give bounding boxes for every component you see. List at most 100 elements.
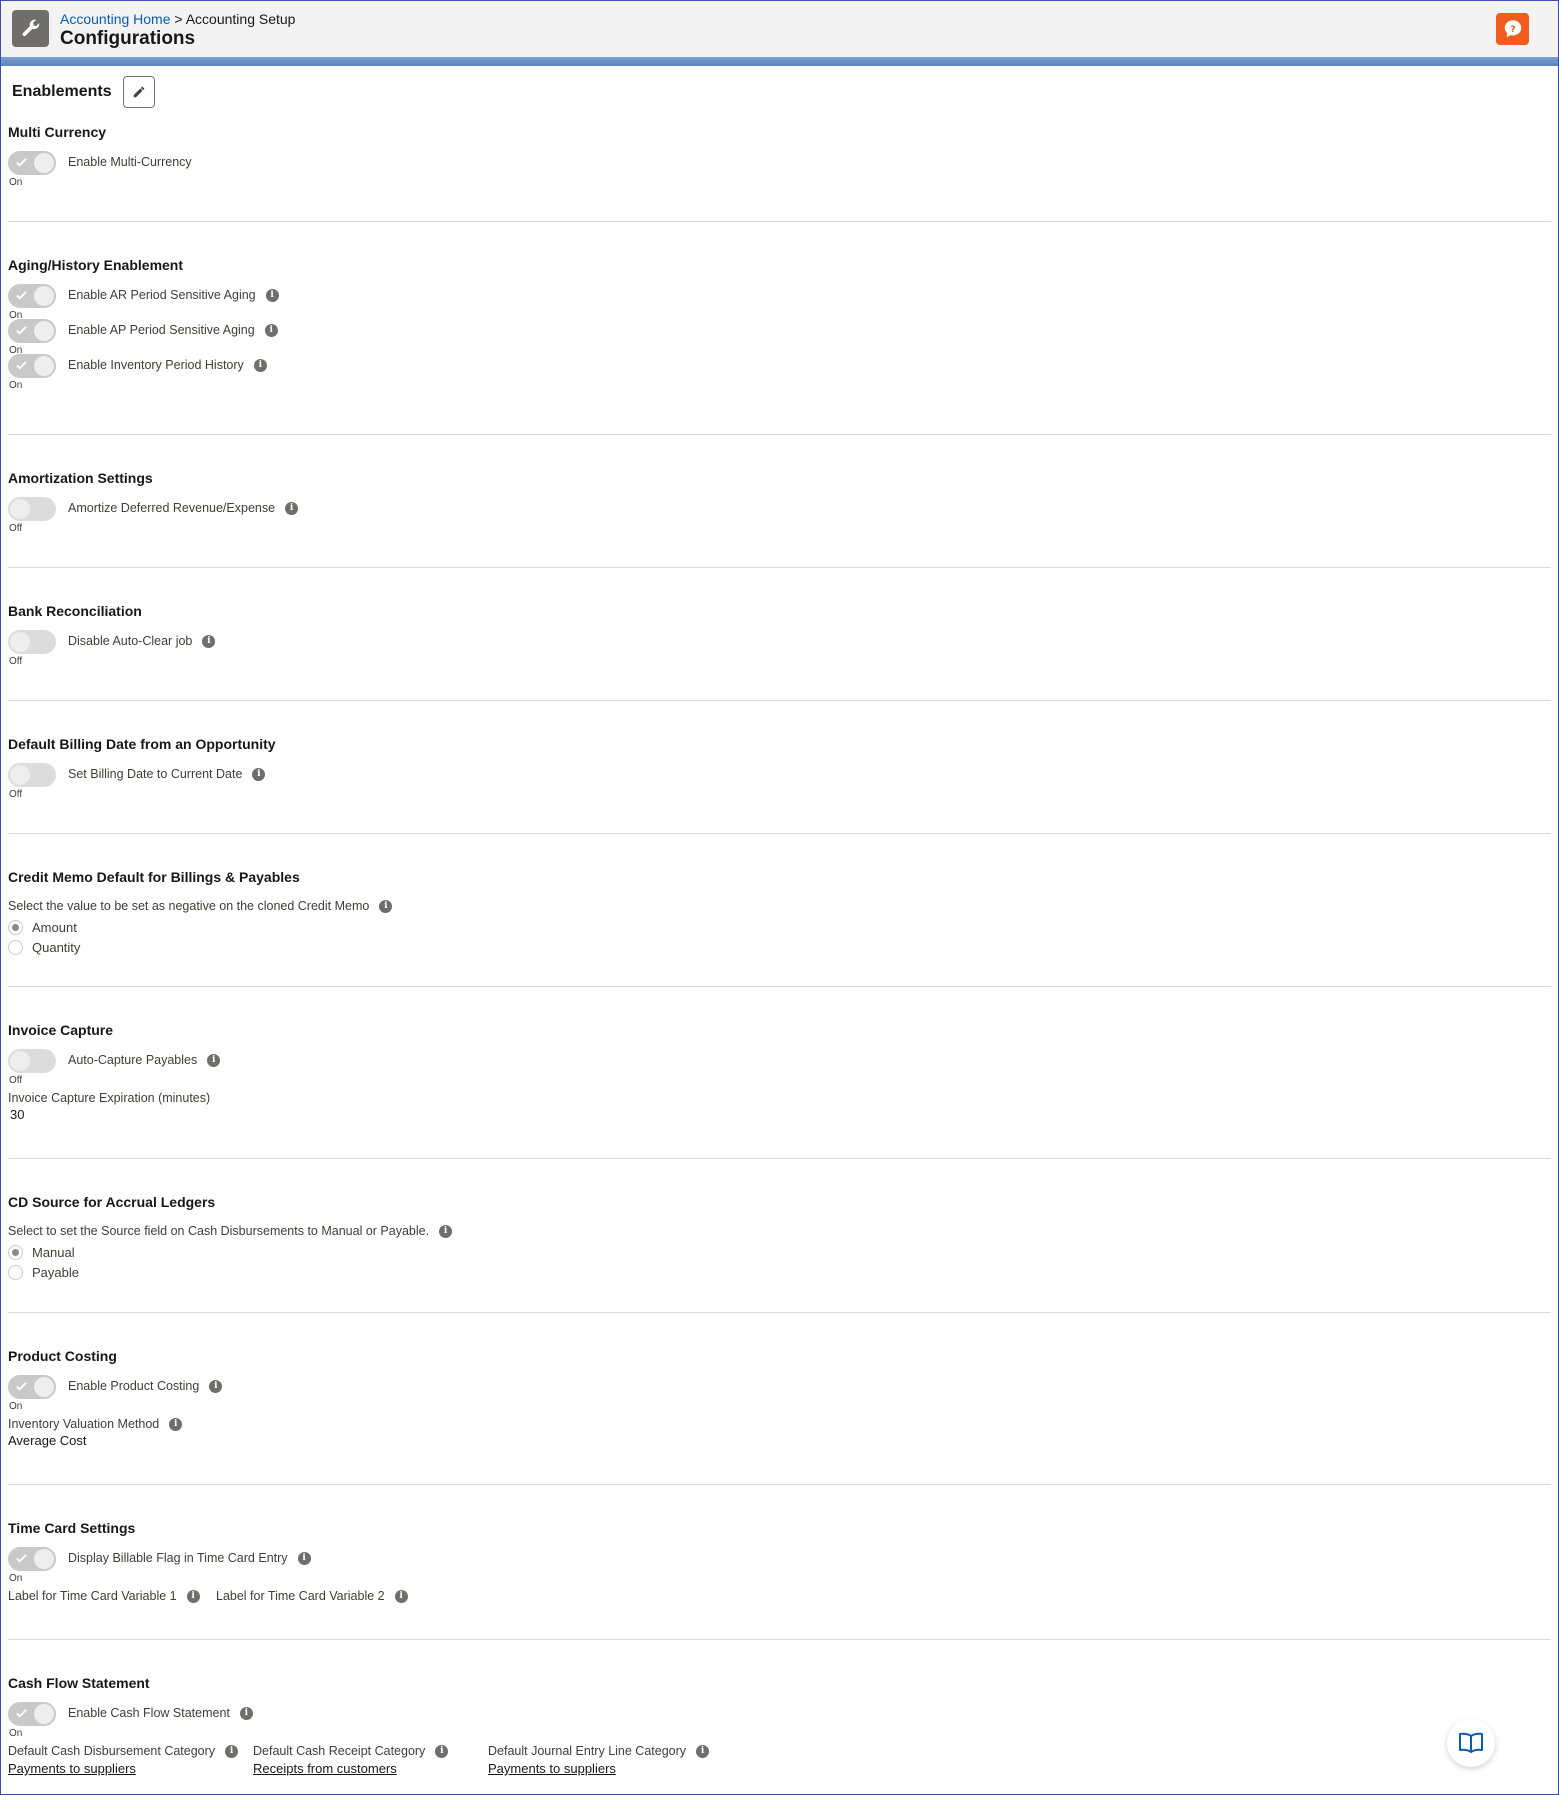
je-category-link[interactable]: Payments to suppliers: [488, 1761, 616, 1776]
cd-category-label: Default Cash Disbursement Category: [8, 1744, 216, 1758]
radio-manual[interactable]: Manual: [8, 1242, 1551, 1262]
radio-label: Manual: [32, 1244, 75, 1260]
info-icon[interactable]: i: [297, 1551, 311, 1565]
info-icon[interactable]: i: [379, 899, 393, 913]
info-icon[interactable]: i: [394, 1589, 408, 1603]
divider: [8, 567, 1551, 568]
section-title: CD Source for Accrual Ledgers: [8, 1194, 216, 1210]
auto-capture-toggle[interactable]: [8, 1049, 56, 1073]
info-icon[interactable]: i: [209, 1379, 223, 1393]
info-icon[interactable]: i: [435, 1744, 449, 1758]
section-aging: Aging/History Enablement Enable AR Perio…: [8, 256, 1551, 394]
check-icon: [16, 1382, 27, 1391]
toggle-label-wrap: Set Billing Date to Current Date i: [68, 767, 266, 781]
cr-category-field: Default Cash Receipt Category i Receipts …: [253, 1742, 449, 1778]
toggle-state: On: [9, 1573, 23, 1584]
info-icon[interactable]: i: [202, 634, 216, 648]
auto-capture-toggle-row: Auto-Capture Payables i Off: [8, 1049, 1551, 1089]
valuation-method-label: Inventory Valuation Method: [8, 1417, 160, 1431]
guidance-button[interactable]: [1447, 1719, 1495, 1767]
radio-amount[interactable]: Amount: [8, 917, 1551, 937]
ar-aging-toggle[interactable]: [8, 284, 56, 308]
info-icon[interactable]: i: [264, 323, 278, 337]
info-icon[interactable]: i: [265, 288, 279, 302]
toggle-label-wrap: Auto-Capture Payables i: [68, 1053, 221, 1067]
toggle-label: Enable Cash Flow Statement: [68, 1706, 230, 1720]
cash-flow-toggle[interactable]: [8, 1702, 56, 1726]
info-icon[interactable]: i: [253, 358, 267, 372]
divider: [8, 700, 1551, 701]
info-icon[interactable]: i: [169, 1417, 183, 1431]
info-icon[interactable]: i: [239, 1706, 253, 1720]
toggle-label-wrap: Enable Product Costing i: [68, 1379, 223, 1393]
section-title: Time Card Settings: [8, 1520, 136, 1536]
toggle-label: Enable AP Period Sensitive Aging: [68, 323, 255, 337]
info-icon[interactable]: i: [207, 1053, 221, 1067]
radio-label: Payable: [32, 1264, 79, 1280]
section-title: Default Billing Date from an Opportunity: [8, 736, 276, 752]
product-costing-toggle[interactable]: [8, 1375, 56, 1399]
divider: [8, 833, 1551, 834]
info-icon[interactable]: i: [439, 1224, 453, 1238]
section-bank-reconciliation: Bank Reconciliation Disable Auto-Clear j…: [8, 602, 1551, 670]
billing-date-toggle-row: Set Billing Date to Current Date i Off: [8, 763, 1551, 803]
check-icon: [16, 326, 27, 335]
billable-flag-toggle[interactable]: [8, 1547, 56, 1571]
auto-clear-toggle[interactable]: [8, 630, 56, 654]
amortize-toggle-row: Amortize Deferred Revenue/Expense i Off: [8, 497, 1551, 537]
toggle-label-wrap: Enable Cash Flow Statement i: [68, 1706, 253, 1720]
toggle-state: On: [9, 380, 23, 391]
amortize-toggle[interactable]: [8, 497, 56, 521]
help-button[interactable]: ?: [1496, 13, 1529, 45]
radio-button[interactable]: [8, 1244, 23, 1260]
edit-button[interactable]: [122, 76, 155, 108]
toggle-label: Enable Inventory Period History: [68, 358, 244, 372]
radio-quantity[interactable]: Quantity: [8, 937, 1551, 957]
cr-category-link[interactable]: Receipts from customers: [253, 1761, 397, 1776]
info-icon[interactable]: i: [252, 767, 266, 781]
section-cd-source: CD Source for Accrual Ledgers Select to …: [8, 1193, 1551, 1282]
expiration-value: 30: [10, 1107, 25, 1122]
multi-currency-toggle[interactable]: [8, 151, 56, 175]
variable-2-label: Label for Time Card Variable 2: [216, 1589, 385, 1603]
toggle-state: Off: [9, 1075, 23, 1086]
section-product-costing: Product Costing Enable Product Costing i …: [8, 1347, 1551, 1448]
credit-memo-prompt: Select the value to be set as negative o…: [8, 897, 1551, 915]
divider: [8, 986, 1551, 987]
cash-flow-toggle-row: Enable Cash Flow Statement i On: [8, 1702, 1551, 1742]
prompt-text: Select the value to be set as negative o…: [8, 899, 370, 913]
radio-payable[interactable]: Payable: [8, 1262, 1551, 1282]
pencil-icon: [133, 86, 144, 98]
cd-category-link[interactable]: Payments to suppliers: [8, 1761, 136, 1776]
info-icon[interactable]: i: [225, 1744, 239, 1758]
toggle-label: Amortize Deferred Revenue/Expense: [68, 501, 276, 515]
check-icon: [16, 1554, 27, 1563]
ap-aging-toggle[interactable]: [8, 319, 56, 343]
toggle-label: Display Billable Flag in Time Card Entry: [68, 1551, 288, 1565]
toggle-state: Off: [9, 656, 23, 667]
wrench-icon: [12, 10, 49, 47]
radio-button[interactable]: [8, 939, 23, 955]
page-frame: Accounting Home > Accounting Setup Confi…: [0, 0, 1559, 1795]
radio-button[interactable]: [8, 919, 23, 935]
toggle-label-wrap: Amortize Deferred Revenue/Expense i: [68, 501, 299, 515]
billable-flag-toggle-row: Display Billable Flag in Time Card Entry…: [8, 1547, 1551, 1587]
inventory-history-toggle[interactable]: [8, 354, 56, 378]
section-title: Multi Currency: [8, 124, 107, 140]
section-invoice-capture: Invoice Capture Auto-Capture Payables i O…: [8, 1021, 1551, 1122]
toggle-label: Enable Multi-Currency: [68, 155, 192, 169]
check-icon: [16, 291, 27, 300]
billing-date-toggle[interactable]: [8, 763, 56, 787]
header-stripe: [1, 57, 1558, 66]
toggle-label-wrap: Enable AR Period Sensitive Aging i: [68, 288, 279, 302]
help-icon: ?: [1504, 20, 1521, 38]
auto-clear-toggle-row: Disable Auto-Clear job i Off: [8, 630, 1551, 670]
radio-button[interactable]: [8, 1264, 23, 1280]
info-icon[interactable]: i: [696, 1744, 710, 1758]
cr-category-label: Default Cash Receipt Category: [253, 1744, 426, 1758]
product-costing-toggle-row: Enable Product Costing i On: [8, 1375, 1551, 1415]
info-icon[interactable]: i: [285, 501, 299, 515]
breadcrumb-home-link[interactable]: Accounting Home: [60, 11, 171, 27]
info-icon[interactable]: i: [186, 1589, 200, 1603]
valuation-method-value: Average Cost: [8, 1433, 87, 1448]
